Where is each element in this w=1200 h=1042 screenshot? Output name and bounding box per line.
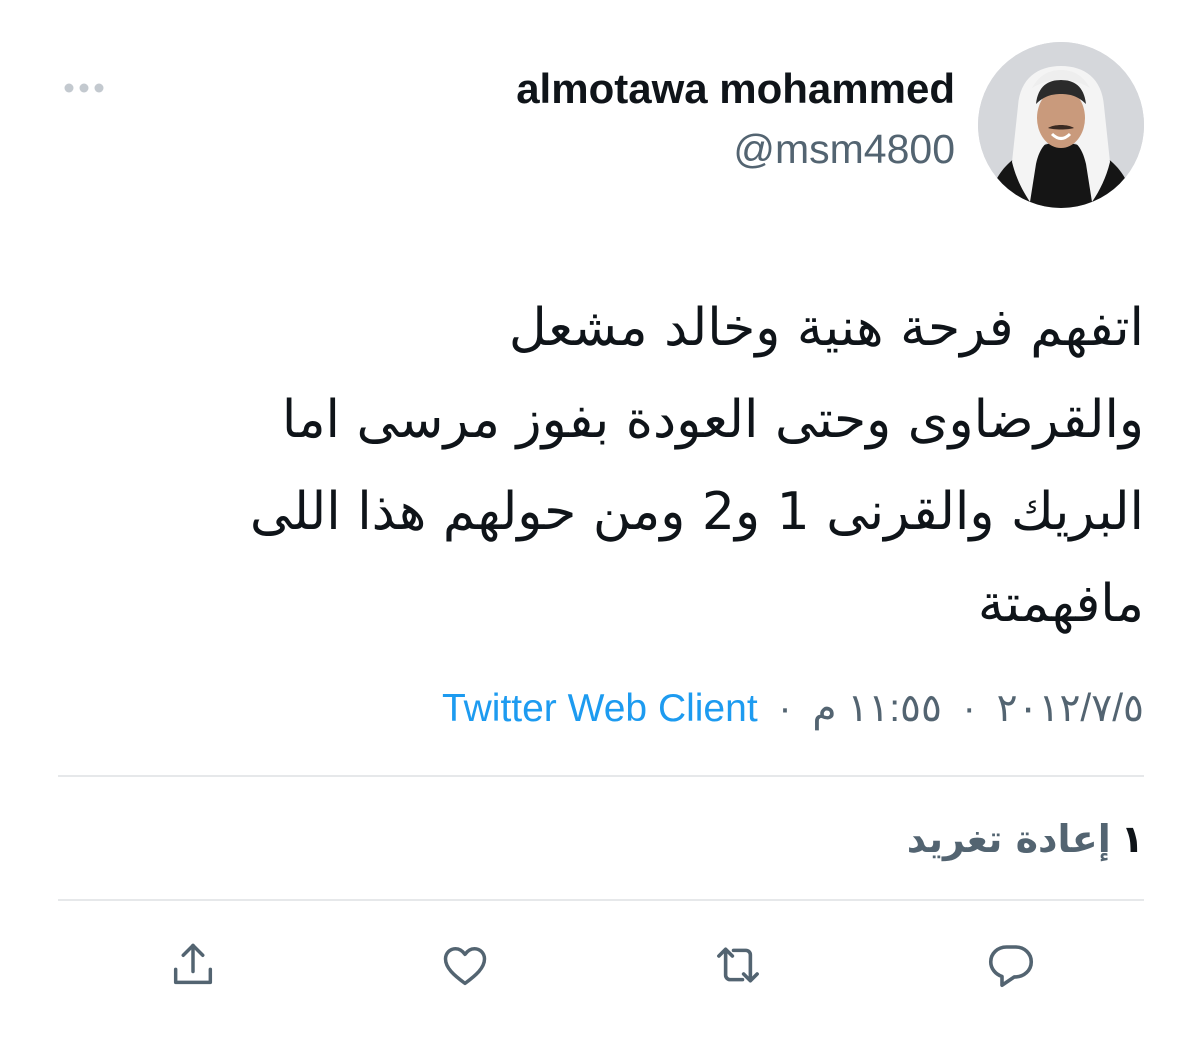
- divider: [58, 899, 1144, 901]
- tweet-text: اتفهم فرحة هنية وخالد مشعل والقرضاوى وحت…: [64, 282, 1144, 650]
- more-options-button[interactable]: [60, 74, 108, 102]
- retweet-button[interactable]: [703, 930, 773, 1000]
- divider: [58, 775, 1144, 777]
- retweet-count: ١: [1120, 817, 1144, 861]
- tweet-text-line: مافهمتة: [977, 574, 1144, 634]
- tweet-text-line: اتفهم فرحة هنية وخالد مشعل: [508, 298, 1144, 358]
- retweet-stats[interactable]: ١إعادة تغريد: [907, 812, 1144, 866]
- author-name[interactable]: almotawa mohammed: [516, 64, 955, 114]
- share-button[interactable]: [158, 930, 228, 1000]
- heart-icon: [443, 947, 487, 986]
- retweet-icon: [717, 947, 759, 983]
- author-handle[interactable]: @msm4800: [733, 124, 955, 174]
- tweet-meta: ٢٠١٢/٧/٥ · ١١:٥٥ م · Twitter Web Client: [442, 682, 1144, 736]
- retweet-label: إعادة تغريد: [906, 817, 1111, 861]
- avatar-image: [978, 42, 1144, 208]
- tweet-text-line: والقرضاوى وحتى العودة بفوز مرسى اما: [281, 390, 1144, 450]
- avatar[interactable]: [978, 42, 1144, 208]
- tweet-client-link[interactable]: Twitter Web Client: [442, 687, 758, 730]
- like-button[interactable]: [430, 930, 500, 1000]
- meta-separator: ·: [962, 687, 976, 730]
- reply-button[interactable]: [976, 930, 1046, 1000]
- tweet-text-line: البريك والقرنى 1 و2 ومن حولهم هذا اللى: [249, 482, 1144, 542]
- more-horizontal-icon: [64, 83, 104, 93]
- tweet-date[interactable]: ٢٠١٢/٧/٥: [997, 687, 1144, 730]
- tweet-time[interactable]: ١١:٥٥ م: [812, 687, 942, 730]
- share-icon: [173, 943, 213, 985]
- reply-icon: [988, 945, 1034, 988]
- meta-separator: ·: [778, 687, 792, 730]
